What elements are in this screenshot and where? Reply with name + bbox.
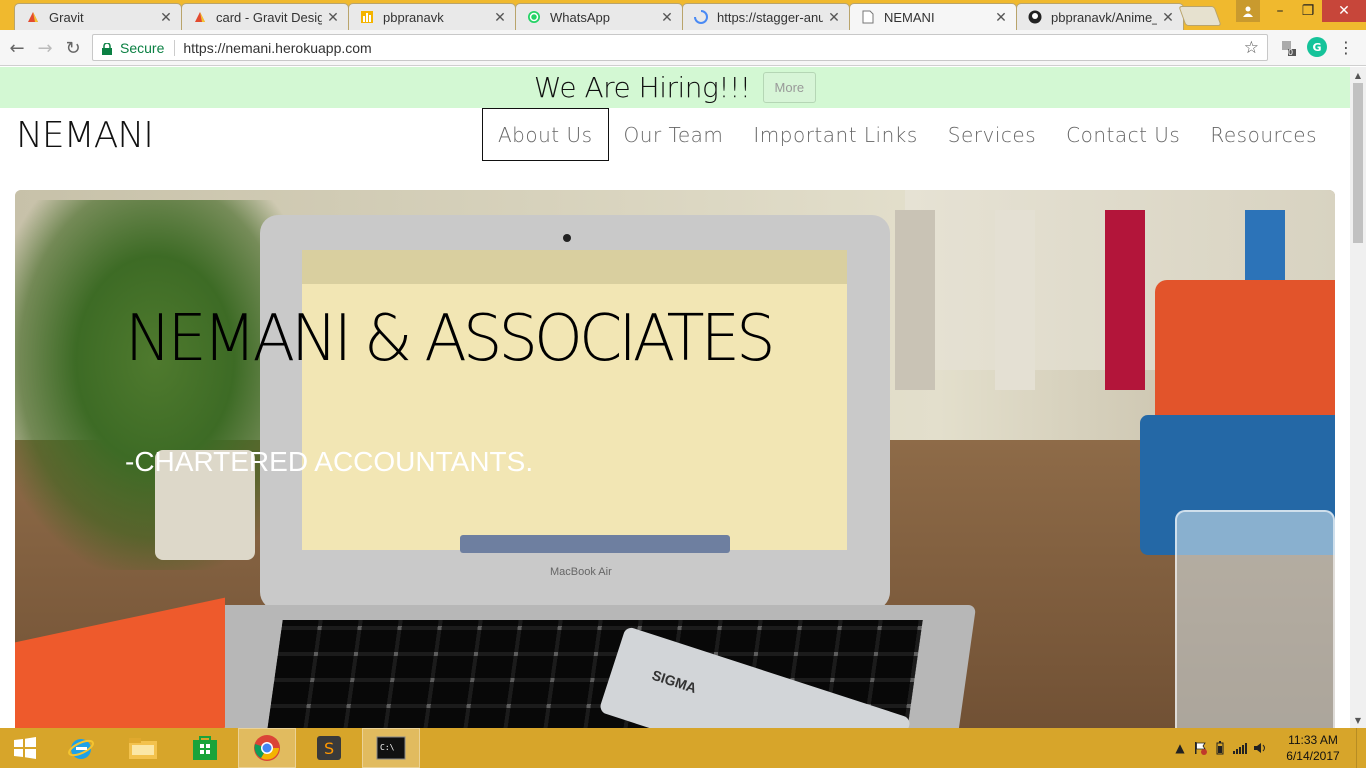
browser-tab[interactable]: WhatsApp ✕ <box>515 3 683 30</box>
hero-laptop-dock <box>460 535 730 553</box>
gravit-icon <box>192 9 208 25</box>
browser-toolbar: ← → ↻ Secure https://nemani.herokuapp.co… <box>0 30 1366 66</box>
clock-time: 11:33 AM <box>1288 733 1338 747</box>
scroll-thumb[interactable] <box>1353 83 1363 243</box>
nav-important-links[interactable]: Important Links <box>738 108 932 161</box>
tab-title: Gravit <box>49 9 84 25</box>
tray-chevron-up-icon[interactable]: ▲ <box>1170 728 1190 768</box>
github-icon <box>1027 9 1043 25</box>
scroll-down-icon[interactable]: ▼ <box>1350 712 1366 728</box>
browser-tab[interactable]: pbpranavk ✕ <box>348 3 516 30</box>
menu-icon[interactable]: ⋮ <box>1336 37 1356 57</box>
tab-title: WhatsApp <box>550 9 610 25</box>
scroll-up-icon[interactable]: ▲ <box>1350 67 1366 83</box>
bookmark-star-icon[interactable]: ☆ <box>1244 38 1259 58</box>
command-prompt-icon[interactable]: C:\ <box>362 728 420 768</box>
grammarly-letter: G <box>1312 40 1322 54</box>
window-controls: – ❐ ✕ <box>1236 0 1366 22</box>
close-tab-icon[interactable]: ✕ <box>326 9 340 26</box>
hero-laptop-camera <box>563 234 571 242</box>
close-tab-icon[interactable]: ✕ <box>159 9 173 26</box>
chrome-icon[interactable] <box>238 728 296 768</box>
tab-title: pbpranavk/Anime_F <box>1051 9 1157 25</box>
extension-badge: 0 <box>1288 48 1294 57</box>
close-tab-icon[interactable]: ✕ <box>994 9 1008 26</box>
close-tab-icon[interactable]: ✕ <box>827 9 841 26</box>
main-nav: About Us Our Team Important Links Servic… <box>481 108 1332 161</box>
system-tray: ▲ 11:33 AM 6/14/2017 <box>1170 728 1366 768</box>
hiring-banner: We Are Hiring!!! More <box>0 67 1350 108</box>
browser-tab[interactable]: pbpranavk/Anime_F ✕ <box>1016 3 1184 30</box>
site-logo[interactable]: NEMANI <box>16 115 154 156</box>
windows-taskbar: S C:\ ▲ 11:33 AM 6/14/2017 <box>0 728 1366 768</box>
nav-our-team[interactable]: Our Team <box>609 108 739 161</box>
nav-services[interactable]: Services <box>933 108 1051 161</box>
reload-icon[interactable]: ↻ <box>62 37 84 59</box>
svg-text:S: S <box>324 739 334 758</box>
grammarly-icon[interactable]: G <box>1307 37 1327 57</box>
hero-heading: NEMANI & ASSOCIATES <box>125 302 775 376</box>
hero-banner: MacBook Air SIGMA NEMANI & ASSOCIATES -C… <box>15 190 1335 728</box>
hero-laptop-label: MacBook Air <box>550 566 612 578</box>
action-center-flag-icon[interactable] <box>1190 728 1210 768</box>
page-viewport: We Are Hiring!!! More NEMANI About Us Ou… <box>0 67 1350 728</box>
lock-icon <box>102 41 112 55</box>
internet-explorer-icon[interactable] <box>52 728 110 768</box>
secure-label: Secure <box>120 39 165 56</box>
divider <box>174 39 176 56</box>
sublime-text-icon[interactable]: S <box>300 728 358 768</box>
hero-laptop-screen-bar <box>302 250 847 284</box>
nav-contact-us[interactable]: Contact Us <box>1051 108 1195 161</box>
extension-icon[interactable]: 0 <box>1278 37 1298 57</box>
nav-resources[interactable]: Resources <box>1195 108 1332 161</box>
clock-date: 6/14/2017 <box>1286 749 1340 763</box>
page-scrollbar[interactable]: ▲ ▼ <box>1350 67 1366 728</box>
browser-tab-active[interactable]: NEMANI ✕ <box>849 3 1017 30</box>
browser-tab[interactable]: https://stagger-anu ✕ <box>682 3 850 30</box>
back-arrow-icon[interactable]: ← <box>6 37 28 59</box>
tab-title: pbpranavk <box>383 9 444 25</box>
loading-icon <box>693 9 709 25</box>
page-icon <box>860 9 876 25</box>
svg-text:C:\: C:\ <box>380 743 395 752</box>
browser-tab[interactable]: Gravit ✕ <box>14 3 182 30</box>
url-text[interactable]: https://nemani.herokuapp.com <box>183 40 371 56</box>
battery-icon[interactable] <box>1210 728 1230 768</box>
tab-strip: Gravit ✕ card - Gravit Design ✕ pbpranav… <box>0 0 1366 30</box>
taskbar-clock[interactable]: 11:33 AM 6/14/2017 <box>1270 732 1356 764</box>
hero-laptop-screen <box>302 250 847 550</box>
hero-binder <box>895 210 935 390</box>
close-window-icon[interactable]: ✕ <box>1322 0 1366 22</box>
nav-about-us[interactable]: About Us <box>481 108 609 161</box>
volume-icon[interactable] <box>1250 728 1270 768</box>
user-icon[interactable] <box>1236 0 1260 22</box>
bar-chart-icon <box>359 9 375 25</box>
whatsapp-icon <box>526 9 542 25</box>
calculator-label: SIGMA <box>650 666 699 697</box>
tab-title: NEMANI <box>884 9 935 25</box>
hero-binder <box>995 210 1035 390</box>
file-explorer-icon[interactable] <box>114 728 172 768</box>
windows-store-icon[interactable] <box>176 728 234 768</box>
windows-start-icon[interactable] <box>0 728 50 768</box>
browser-tab[interactable]: card - Gravit Design ✕ <box>181 3 349 30</box>
new-tab-button[interactable] <box>1178 6 1222 26</box>
signal-icon[interactable] <box>1230 728 1250 768</box>
hero-glass <box>1175 510 1335 728</box>
hero-binder <box>1105 210 1145 390</box>
close-tab-icon[interactable]: ✕ <box>493 9 507 26</box>
gravit-icon <box>25 9 41 25</box>
tab-title: card - Gravit Design <box>216 9 322 25</box>
minimize-icon[interactable]: – <box>1266 0 1294 22</box>
hero-subheading: -CHARTERED ACCOUNTANTS. <box>125 446 534 477</box>
show-desktop-button[interactable] <box>1356 728 1366 768</box>
forward-arrow-icon[interactable]: → <box>34 37 56 59</box>
close-tab-icon[interactable]: ✕ <box>660 9 674 26</box>
maximize-icon[interactable]: ❐ <box>1294 0 1322 22</box>
hiring-headline: We Are Hiring!!! <box>533 71 751 104</box>
more-button[interactable]: More <box>762 72 817 103</box>
tab-title: https://stagger-anu <box>717 9 823 25</box>
close-tab-icon[interactable]: ✕ <box>1161 9 1175 26</box>
address-bar[interactable]: Secure https://nemani.herokuapp.com ☆ <box>92 34 1268 61</box>
